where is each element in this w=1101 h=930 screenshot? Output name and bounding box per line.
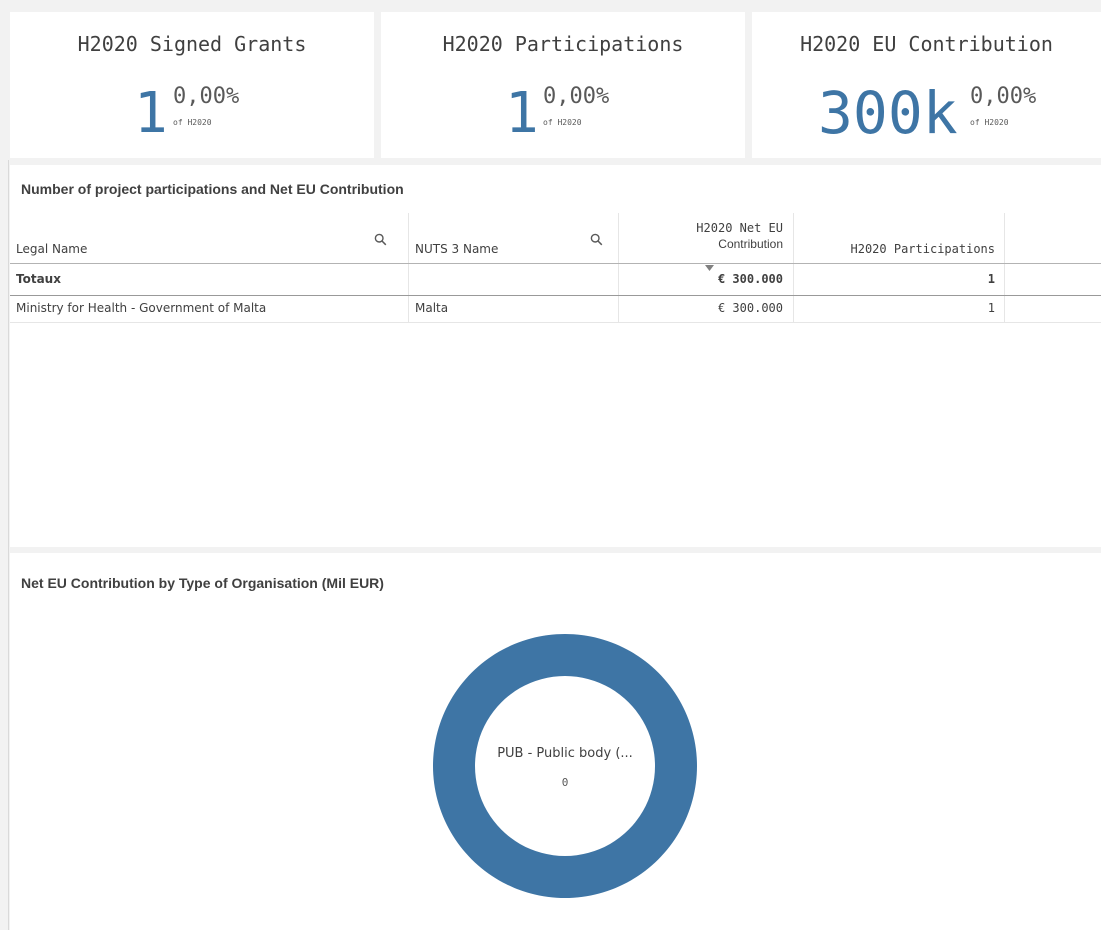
kpi-of-label: of H2020 (970, 118, 1009, 127)
kpi-participations[interactable]: H2020 Participations 1 0,00% of H2020 (381, 12, 745, 158)
kpi-percent: 0,00% (543, 84, 610, 109)
column-header-net-contribution[interactable]: H2020 Net EU Contribution (620, 220, 783, 252)
donut-center-value: 0 (561, 776, 569, 789)
kpi-signed-grants[interactable]: H2020 Signed Grants 1 0,00% of H2020 (10, 12, 374, 158)
kpi-percent: 0,00% (970, 84, 1037, 109)
totals-participations: 1 (987, 272, 995, 286)
kpi-value: 1 (134, 81, 168, 146)
left-edge-divider (8, 160, 9, 930)
kpi-percent: 0,00% (173, 84, 240, 109)
cell-legal-name[interactable]: Ministry for Health - Government of Malt… (16, 301, 266, 315)
kpi-of-label: of H2020 (543, 118, 582, 127)
donut-center-label: PUB - Public body (... (497, 746, 633, 761)
participations-table-panel: Number of project participations and Net… (10, 165, 1101, 547)
panel-title: Net EU Contribution by Type of Organisat… (21, 575, 384, 591)
column-header-legal-name[interactable]: Legal Name (16, 242, 87, 256)
cell-contribution: € 300.000 (717, 301, 783, 315)
sort-descending-icon[interactable] (705, 265, 714, 271)
totals-label: Totaux (16, 272, 61, 286)
kpi-value: 300k (818, 79, 958, 147)
row-divider (10, 322, 1101, 323)
column-divider (618, 213, 619, 323)
header-divider (10, 263, 1101, 264)
column-header-nuts3[interactable]: NUTS 3 Name (415, 242, 498, 256)
cell-participations: 1 (987, 301, 995, 315)
kpi-value: 1 (505, 81, 539, 146)
panel-title: Number of project participations and Net… (21, 181, 404, 197)
column-header-participations[interactable]: H2020 Participations (793, 242, 996, 256)
column-header-line: Contribution (718, 237, 783, 251)
column-header-line: H2020 Net EU (696, 221, 783, 235)
totals-divider (10, 295, 1101, 296)
kpi-title: H2020 Signed Grants (77, 32, 307, 56)
column-divider (408, 213, 409, 323)
kpi-of-label: of H2020 (173, 118, 212, 127)
cell-nuts3[interactable]: Malta (415, 301, 448, 315)
donut-slice[interactable] (432, 634, 697, 898)
column-divider (1004, 213, 1005, 323)
donut-chart[interactable] (410, 613, 720, 923)
organisation-type-chart-panel: Net EU Contribution by Type of Organisat… (10, 553, 1101, 930)
search-icon[interactable] (590, 233, 603, 246)
kpi-title: H2020 Participations (442, 32, 684, 56)
totals-contribution: € 300.000 (717, 272, 783, 286)
search-icon[interactable] (374, 233, 387, 246)
kpi-eu-contribution[interactable]: H2020 EU Contribution 300k 0,00% of H202… (752, 12, 1101, 158)
kpi-title: H2020 EU Contribution (800, 32, 1053, 56)
